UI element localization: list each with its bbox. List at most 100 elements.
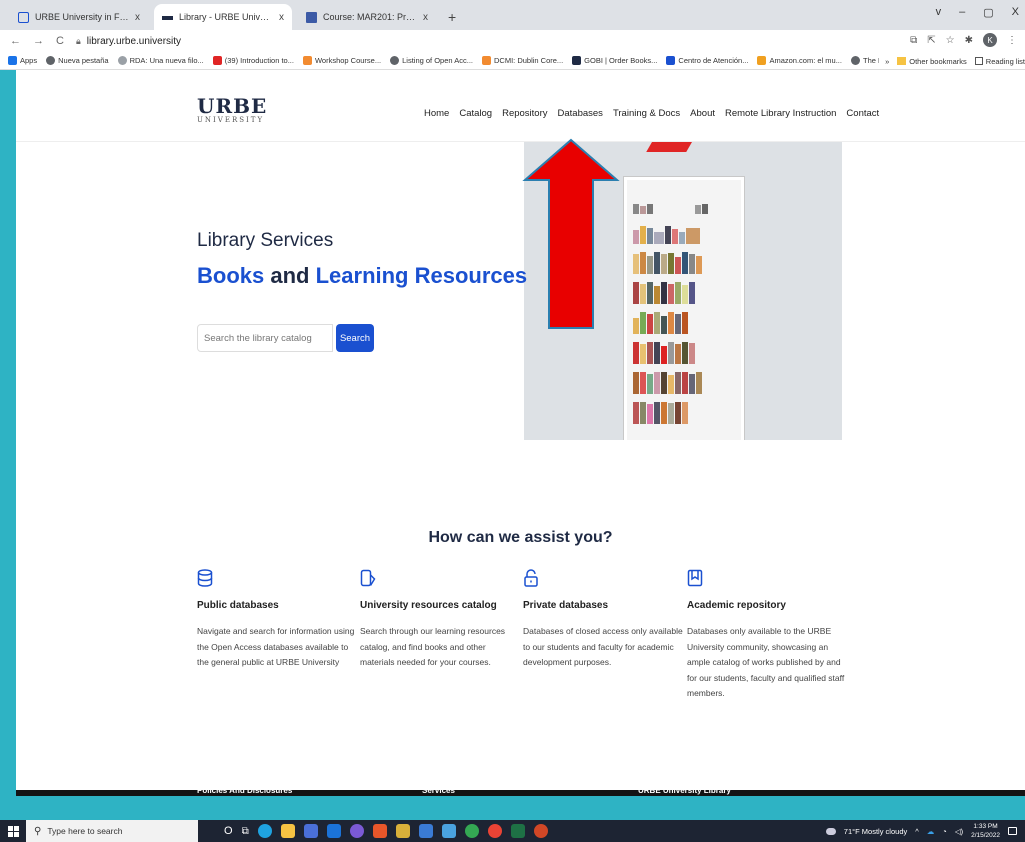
nav-remote-library-instruction[interactable]: Remote Library Instruction (725, 108, 836, 119)
search-button[interactable]: Search (336, 324, 374, 352)
app-icon[interactable] (349, 824, 364, 838)
red-arrow-annotation (522, 138, 620, 329)
nav-databases[interactable]: Databases (558, 108, 603, 119)
app-icon[interactable] (487, 824, 502, 838)
nav-repository[interactable]: Repository (502, 108, 547, 119)
bookmark-item[interactable]: Nueva pestaña (46, 56, 109, 65)
nav-home[interactable]: Home (424, 108, 449, 119)
browser-tab-bar: URBE University in Florida x Library - U… (0, 0, 1025, 30)
service-text: Search through our learning resources ca… (360, 626, 506, 667)
windows-start-button[interactable] (0, 820, 26, 842)
network-icon[interactable]: ◔ (942, 827, 947, 836)
maximize-button[interactable]: ▢ (983, 6, 993, 19)
bookmark-favicon-icon (572, 56, 582, 65)
tab-favicon-icon (18, 11, 29, 23)
bookmark-favicon-icon (302, 56, 312, 65)
book-icon (687, 569, 703, 587)
translate-icon[interactable]: ⧉ (910, 35, 917, 46)
globe-icon (850, 56, 860, 65)
notifications-icon[interactable] (1008, 827, 1017, 835)
url-text: library.urbe.university (86, 35, 182, 47)
app-icon[interactable] (441, 824, 456, 838)
nav-catalog[interactable]: Catalog (459, 108, 492, 119)
tray-chevron-icon[interactable]: ^ (915, 827, 919, 836)
bookmark-item[interactable]: Workshop Course... (302, 56, 382, 65)
file-explorer-icon[interactable] (280, 824, 295, 838)
app-icon[interactable] (372, 824, 387, 838)
browser-tab[interactable]: Course: MAR201: Principles of M x (298, 4, 436, 30)
bookmark-label: GOBI | Order Books... (584, 56, 658, 65)
hero-subtitle: Library Services (197, 230, 334, 251)
amazon-icon (757, 56, 767, 65)
volume-icon[interactable]: ◁) (955, 827, 963, 836)
footer-heading: URBE University Library (638, 786, 731, 795)
url-field[interactable]: 🔒︎ library.urbe.university (76, 36, 181, 47)
reload-icon[interactable]: C (56, 35, 64, 47)
chrome-icon[interactable] (464, 824, 479, 838)
star-icon[interactable]: ☆ (946, 35, 955, 46)
hero-title-books: Books (197, 263, 265, 288)
task-view-icon[interactable]: ⧉ (242, 826, 249, 837)
bookmark-label: Centro de Atención... (678, 56, 749, 65)
outlook-icon[interactable] (326, 824, 341, 838)
bookmark-item[interactable]: Listing of Open Acc... (390, 56, 473, 65)
urbe-logo[interactable]: URBE UNIVERSITY (197, 96, 267, 124)
new-tab-button[interactable]: + (442, 4, 462, 30)
menu-kebab-icon[interactable]: ⋮ (1007, 35, 1017, 46)
tab-close-icon[interactable]: x (423, 12, 428, 23)
service-title: Public databases (197, 600, 279, 611)
forward-arrow-icon[interactable]: → (33, 35, 44, 47)
taskbar-search-box[interactable]: ⚲ Type here to search (26, 820, 198, 842)
app-icon[interactable] (395, 824, 410, 838)
catalog-search-input[interactable] (197, 324, 333, 352)
bookmark-item[interactable]: DCMI: Dublin Core... (481, 56, 564, 65)
cortana-icon[interactable]: O (224, 825, 233, 837)
edge-icon[interactable] (257, 824, 272, 838)
service-title: University resources catalog (360, 600, 497, 611)
nav-contact[interactable]: Contact (846, 108, 879, 119)
footer-heading: Services (422, 786, 455, 795)
clock-date: 2/15/2022 (971, 832, 1000, 839)
lock-icon: 🔒︎ (75, 35, 81, 46)
browser-tab-active[interactable]: Library - URBE University x (154, 4, 292, 30)
bookmark-label: DCMI: Dublin Core... (493, 56, 564, 65)
logo-subtitle: UNIVERSITY (197, 116, 265, 124)
logo-mark: URBE (197, 94, 268, 118)
bookmark-label: Workshop Course... (314, 56, 382, 65)
bookmark-item[interactable]: Apps (8, 56, 37, 65)
bookmarks-overflow-button[interactable]: » (885, 57, 889, 66)
bookmark-item[interactable]: (39) Introduction to... (212, 56, 294, 65)
powerpoint-icon[interactable] (533, 824, 548, 838)
tab-close-icon[interactable]: x (279, 12, 284, 23)
excel-icon[interactable] (510, 824, 525, 838)
reading-list-button[interactable]: Reading list (986, 57, 1025, 66)
tab-close-icon[interactable]: x (135, 12, 140, 23)
browser-tab[interactable]: URBE University in Florida x (10, 4, 148, 30)
tab-search-button[interactable]: v (936, 6, 942, 19)
nav-about[interactable]: About (690, 108, 715, 119)
minimize-button[interactable]: – (959, 6, 965, 19)
app-icon[interactable] (418, 824, 433, 838)
screen: URBE University in Florida x Library - U… (0, 0, 1025, 842)
back-arrow-icon[interactable]: ← (10, 35, 21, 47)
hero-title: Books and Learning Resources (197, 263, 527, 289)
other-bookmarks-button[interactable]: Other bookmarks (909, 57, 967, 66)
nav-training-docs[interactable]: Training & Docs (613, 108, 680, 119)
apps-grid-icon (8, 56, 17, 65)
address-bar-row: ← → C 🔒︎ library.urbe.university ⧉ ⇱ ☆ ✱… (0, 30, 1025, 52)
extensions-icon[interactable]: ✱ (965, 35, 973, 46)
site-header: URBE UNIVERSITY Home Catalog Repository … (16, 70, 1025, 142)
bookmark-item[interactable]: RDA: Una nueva filo... (117, 56, 204, 65)
taskbar-clock[interactable]: 1:33 PM 2/15/2022 (971, 822, 1000, 840)
share-icon[interactable]: ⇱ (927, 35, 935, 46)
close-window-button[interactable]: X (1012, 6, 1019, 19)
profile-avatar[interactable]: K (983, 33, 997, 47)
bookmark-item[interactable]: GOBI | Order Books... (572, 56, 657, 65)
globe-icon (46, 56, 56, 65)
store-icon[interactable] (303, 824, 318, 838)
shelf (633, 216, 739, 244)
assist-section-title: How can we assist you? (428, 529, 613, 546)
bookmark-item[interactable]: Amazon.com: el mu... (757, 56, 842, 65)
weather-text[interactable]: 71°F Mostly cloudy (844, 827, 907, 836)
bookmark-item[interactable]: Centro de Atención... (666, 56, 748, 65)
